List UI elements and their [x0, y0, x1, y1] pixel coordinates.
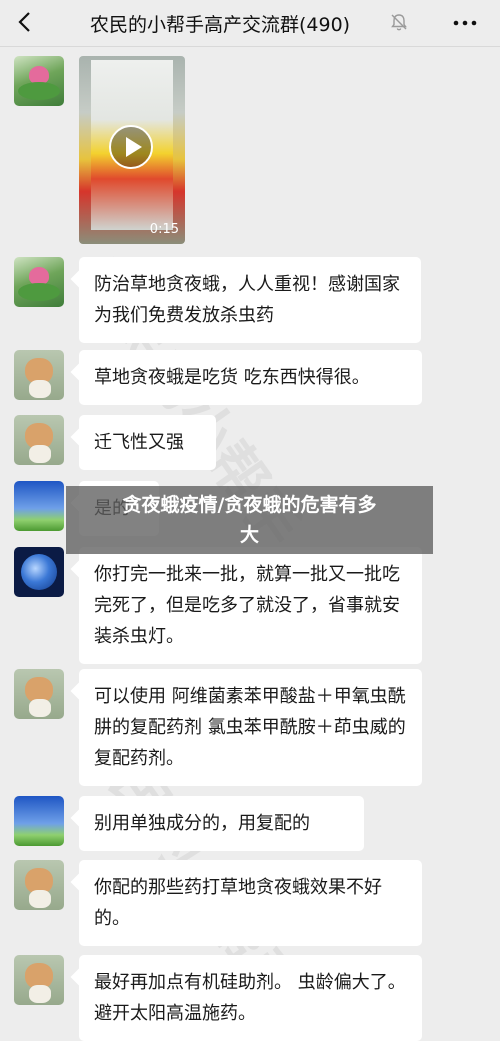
dog-avatar[interactable] — [14, 415, 64, 465]
lotus-avatar[interactable] — [14, 257, 64, 307]
dog-avatar[interactable] — [14, 350, 64, 400]
dog-avatar[interactable] — [14, 955, 64, 1005]
message-bubble[interactable]: 防治草地贪夜蛾，人人重视！感谢国家为我们免费发放杀虫药 — [79, 257, 421, 343]
back-arrow-icon[interactable] — [14, 10, 38, 34]
article-title-line2: 大 — [239, 524, 259, 546]
more-options-icon[interactable] — [452, 13, 478, 33]
chat-header: 农民的小帮手高产交流群(490) — [0, 0, 500, 47]
message-bubble[interactable]: 你配的那些药打草地贪夜蛾效果不好的。 — [79, 860, 422, 946]
article-title-line1: 贪夜蛾疫情/贪夜蛾的危害有多 — [122, 494, 377, 516]
message-bubble[interactable]: 最好再加点有机硅助剂。 虫龄偏大了。 避开太阳高温施药。 — [79, 955, 422, 1041]
sky-avatar[interactable] — [14, 481, 64, 531]
message-bubble[interactable]: 草地贪夜蛾是吃货 吃东西快得很。 — [79, 350, 422, 405]
sky-avatar[interactable] — [14, 796, 64, 846]
dog-avatar[interactable] — [14, 860, 64, 910]
message-bubble[interactable]: 你打完一批来一批，就算一批又一批吃完死了，但是吃多了就没了，省事就安装杀虫灯。 — [79, 547, 422, 664]
message-bubble[interactable]: 别用单独成分的，用复配的 — [79, 796, 364, 851]
chat-title: 农民的小帮手高产交流群(490) — [90, 14, 351, 36]
article-title: 贪夜蛾疫情/贪夜蛾的危害有多 大 — [66, 490, 433, 550]
globe-avatar[interactable] — [14, 547, 64, 597]
message-bubble[interactable]: 可以使用 阿维菌素苯甲酸盐＋甲氧虫酰肼的复配药剂 氯虫苯甲酰胺＋茚虫威的复配药剂… — [79, 669, 422, 786]
dog-avatar[interactable] — [14, 669, 64, 719]
video-duration: 0:15 — [149, 222, 179, 237]
lotus-avatar[interactable] — [14, 56, 64, 106]
play-icon[interactable] — [108, 124, 154, 170]
video-message[interactable]: 0:15 — [79, 56, 185, 244]
message-bubble[interactable]: 迁飞性又强 — [79, 415, 216, 470]
article-title-overlay: 贪夜蛾疫情/贪夜蛾的危害有多 大 — [66, 486, 433, 554]
mute-bell-icon — [391, 14, 407, 31]
